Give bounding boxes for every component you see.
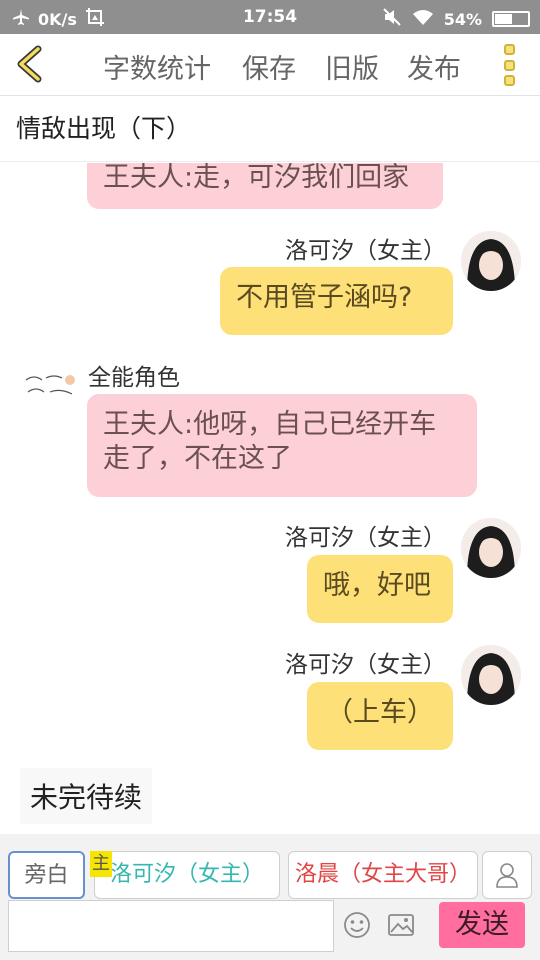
message-text-line: 王夫人:他呀，自己已经开车 <box>103 409 437 440</box>
message-text: 哦，好吧 <box>323 570 431 601</box>
message-bubble[interactable]: 哦，好吧 <box>307 555 453 623</box>
character-chip-luokexi[interactable]: 洛可汐（女主） <box>94 851 280 899</box>
speaker-name: 全能角色 <box>88 365 180 391</box>
user-icon[interactable] <box>482 851 532 899</box>
message-text: 不用管子涵吗? <box>236 282 413 313</box>
narration-chip[interactable]: 旁白 <box>8 851 85 899</box>
input-bar: 旁白 洛可汐（女主） 主 洛晨（女主大哥） 发送 <box>0 834 540 960</box>
status-right: 54% <box>382 7 530 31</box>
message-text: 王夫人:走，可汐我们回家 <box>103 163 410 193</box>
chat-area[interactable]: 王夫人:走，可汐我们回家 洛可汐（女主） 不用管子涵吗? 全能角色 王夫人:他呀… <box>0 163 540 833</box>
mute-icon <box>382 7 402 31</box>
image-icon[interactable] <box>386 910 416 940</box>
send-button[interactable]: 发送 <box>439 902 525 948</box>
avatar-luokexi[interactable] <box>461 231 521 291</box>
avatar-luokexi[interactable] <box>461 645 521 705</box>
publish-button[interactable]: 发布 <box>407 47 461 86</box>
battery-icon <box>492 11 530 27</box>
message-bubble[interactable]: 王夫人:他呀，自己已经开车 走了，不在这了 <box>87 394 477 497</box>
save-button[interactable]: 保存 <box>242 47 296 86</box>
editor-toolbar: 字数统计 保存 旧版 发布 <box>0 34 540 96</box>
message-text: （上车） <box>326 697 434 728</box>
main-character-tag: 主 <box>90 851 112 877</box>
message-text-line: 走了，不在这了 <box>103 443 292 474</box>
battery-percent: 54% <box>443 9 482 29</box>
speaker-name: 洛可汐（女主） <box>285 525 446 551</box>
back-chevron-icon[interactable] <box>10 44 50 84</box>
story-title[interactable]: 情敌出现（下） <box>0 96 540 162</box>
wifi-icon <box>412 8 434 30</box>
speaker-name: 洛可汐（女主） <box>285 652 446 678</box>
avatar-all-role[interactable] <box>22 366 80 408</box>
message-bubble[interactable]: （上车） <box>307 682 453 750</box>
message-bubble[interactable]: 不用管子涵吗? <box>220 267 453 335</box>
word-count-button[interactable]: 字数统计 <box>103 47 211 86</box>
old-version-button[interactable]: 旧版 <box>325 47 379 86</box>
more-icon[interactable] <box>504 44 520 86</box>
narration-text[interactable]: 未完待续 <box>20 768 153 824</box>
message-bubble[interactable]: 王夫人:走，可汐我们回家 <box>87 163 443 209</box>
emoji-icon[interactable] <box>342 910 372 940</box>
character-chip-luochen[interactable]: 洛晨（女主大哥） <box>288 851 478 899</box>
avatar-luokexi[interactable] <box>461 518 521 578</box>
speaker-name: 洛可汐（女主） <box>285 238 446 264</box>
message-input[interactable] <box>8 900 334 952</box>
status-bar: 0K/s 17:54 54% <box>0 0 540 34</box>
battery-fill <box>495 14 513 24</box>
